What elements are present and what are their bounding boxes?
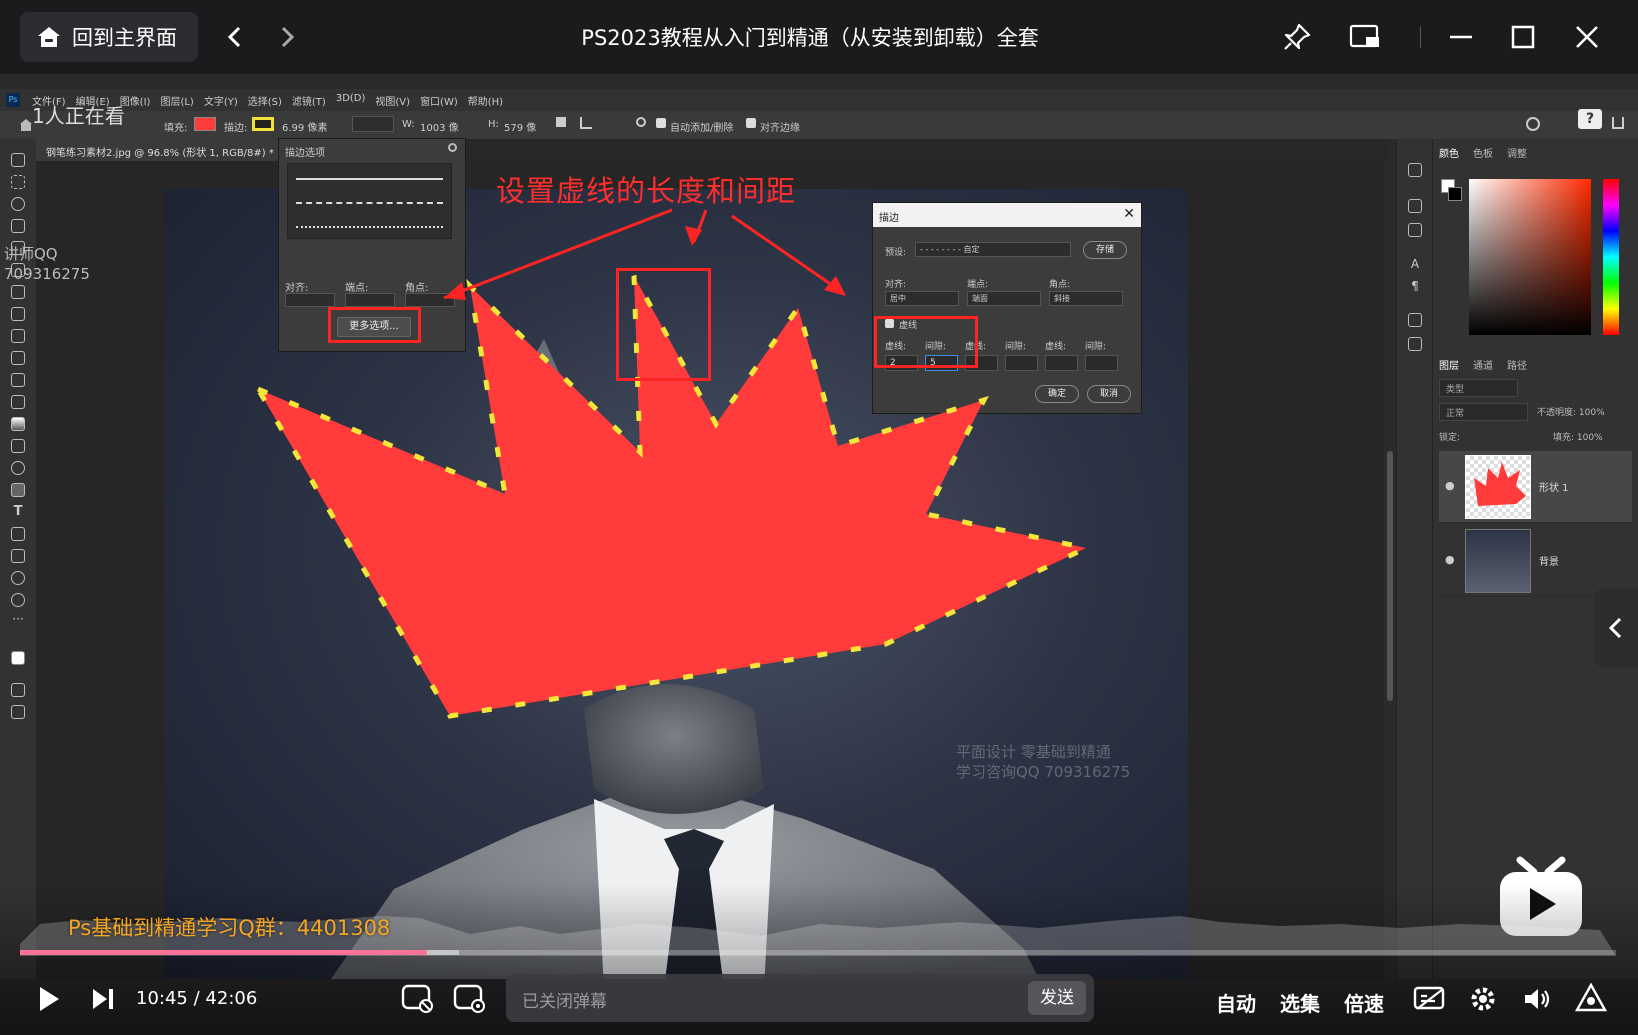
danmaku-settings-button[interactable] <box>452 980 488 1016</box>
picture-in-picture-icon <box>1349 24 1379 48</box>
close-icon <box>1576 26 1598 48</box>
annotation-arrow-right-head <box>824 276 846 296</box>
fullscreen-button[interactable] <box>1572 980 1610 1016</box>
send-button[interactable]: 发送 <box>1028 981 1086 1015</box>
triple-action-icon <box>1574 982 1608 1012</box>
total-time: 42:06 <box>205 988 258 1009</box>
auto-quality-button[interactable]: 自动 <box>1216 988 1256 1017</box>
time-display: 10:45 / 42:06 <box>136 988 257 1009</box>
teacher-watermark: 讲师QQ 709316275 <box>4 244 90 284</box>
chevron-right-icon <box>281 26 295 48</box>
viewer-count: 1人正在看 <box>32 104 125 128</box>
video-frame[interactable]: Ps 文件(F) 编辑(E) 图像(I) 图层(L) 文字(Y) 选择(S) 滤… <box>0 74 1638 1035</box>
danmaku-settings-icon <box>453 984 485 1013</box>
window-divider <box>1420 26 1421 48</box>
current-time: 10:45 <box>136 988 188 1009</box>
maximize-button[interactable] <box>1506 20 1540 54</box>
side-panel-toggle[interactable] <box>1594 588 1638 668</box>
home-icon <box>38 27 60 47</box>
annotation-arrow-left-head <box>444 282 466 300</box>
settings-button[interactable] <box>1466 982 1500 1016</box>
home-label: 回到主界面 <box>72 26 177 50</box>
promo-watermark-line: 平面设计 零基础到精通 <box>956 743 1111 761</box>
pin-icon <box>1284 23 1311 50</box>
danmaku-input[interactable]: 已关闭弹幕 发送 <box>506 974 1094 1022</box>
pin-button[interactable] <box>1280 20 1314 54</box>
teacher-watermark-line: 讲师QQ <box>4 245 58 263</box>
mini-window-button[interactable] <box>1348 20 1382 54</box>
promo-watermark-line: 学习咨询QQ 709316275 <box>956 763 1131 781</box>
volume-icon <box>1525 989 1550 1009</box>
speed-button[interactable]: 倍速 <box>1344 988 1384 1017</box>
chevron-left-icon <box>227 26 241 48</box>
nav-back-button[interactable] <box>218 20 252 54</box>
play-icon <box>40 987 59 1011</box>
qq-group-text: Ps基础到精通学习Q群：4401308 <box>68 916 391 940</box>
back-to-home-button[interactable]: 回到主界面 <box>20 12 198 62</box>
chevron-left-icon <box>1608 617 1622 639</box>
danmaku-off-icon <box>401 984 433 1013</box>
annotation-text: 设置虚线的长度和间距 <box>496 174 797 208</box>
danmaku-toggle-button[interactable] <box>400 980 436 1016</box>
video-title: PS2023教程从入门到精通（从安装到卸载）全套 <box>581 26 1039 50</box>
highlight-dash-inputs <box>874 316 978 368</box>
highlight-dash-preview <box>616 268 711 381</box>
gear-icon <box>1471 987 1495 1011</box>
subtitle-button[interactable] <box>1412 982 1448 1016</box>
minimize-button[interactable] <box>1444 20 1478 54</box>
volume-button[interactable] <box>1520 982 1554 1016</box>
minimize-icon <box>1450 35 1472 39</box>
highlight-more-options <box>328 307 421 343</box>
play-button[interactable] <box>34 982 64 1016</box>
progress-played <box>20 950 427 955</box>
subtitle-icon <box>1413 986 1445 1010</box>
annotation-arrow-right <box>731 214 843 294</box>
teacher-watermark-line: 709316275 <box>4 265 90 283</box>
video-player-window: 回到主界面 PS2023教程从入门到精通（从安装到卸载）全套 Ps 文件(F) … <box>0 0 1638 1035</box>
skip-next-icon <box>93 989 113 1009</box>
promo-watermark: 平面设计 零基础到精通 学习咨询QQ 709316275 <box>956 742 1130 782</box>
player-controls: 10:45 / 42:06 已关闭弹幕 发送 自动 选集 倍速 <box>0 964 1638 1035</box>
nav-forward-button[interactable] <box>270 20 304 54</box>
maximize-icon <box>1511 25 1535 49</box>
danmaku-placeholder: 已关闭弹幕 <box>522 992 607 1012</box>
close-button[interactable] <box>1570 20 1604 54</box>
next-button[interactable] <box>88 982 118 1016</box>
time-separator: / <box>193 988 200 1009</box>
player-titlebar: 回到主界面 PS2023教程从入门到精通（从安装到卸载）全套 <box>0 0 1638 74</box>
episodes-button[interactable]: 选集 <box>1280 988 1320 1017</box>
